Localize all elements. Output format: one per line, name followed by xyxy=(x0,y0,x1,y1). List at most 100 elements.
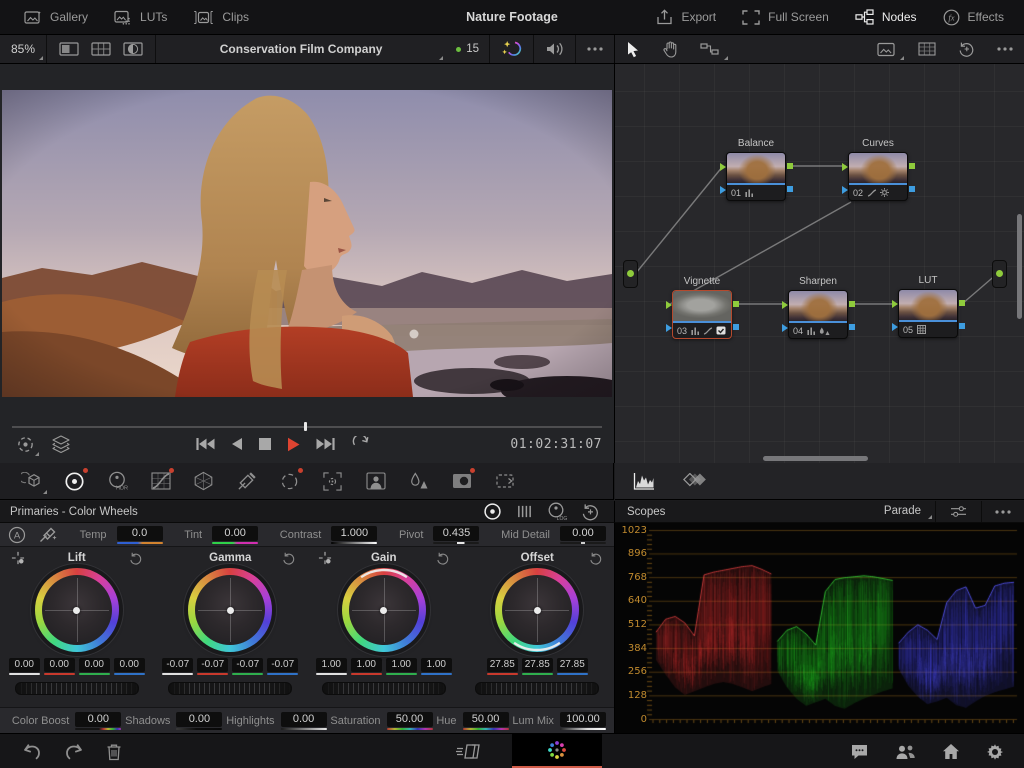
enhance-icon[interactable] xyxy=(490,35,533,63)
wheel-reset-icon[interactable] xyxy=(128,552,144,565)
top-bar-button-nodes[interactable]: Nodes xyxy=(845,0,927,34)
param-value[interactable]: 0.0 xyxy=(117,526,163,541)
trash-button[interactable] xyxy=(106,743,122,761)
wheel-reset-icon[interactable] xyxy=(435,552,451,565)
wheel-value-field[interactable]: -0.07 xyxy=(267,658,298,675)
node-input-green[interactable] xyxy=(892,300,898,308)
undo-button[interactable] xyxy=(22,743,42,760)
magicmask-tool[interactable] xyxy=(354,464,397,498)
wheel-center-dot[interactable] xyxy=(73,607,80,614)
layers-icon[interactable] xyxy=(51,435,71,453)
wheel-value-field[interactable]: -0.07 xyxy=(162,658,193,675)
grid-view-icon[interactable] xyxy=(91,42,111,56)
node-output-green[interactable] xyxy=(787,163,793,169)
node-thumbnail[interactable] xyxy=(849,153,907,183)
node-input-blue[interactable] xyxy=(892,323,898,331)
param-value[interactable]: 0.00 xyxy=(75,712,121,727)
grade-picker-icon[interactable] xyxy=(10,551,26,565)
stills-icon[interactable] xyxy=(866,35,907,63)
hdr-tool[interactable]: HDR xyxy=(96,464,139,498)
wheel-value-field[interactable]: 0.00 xyxy=(114,658,145,675)
wheel-value-field[interactable]: 1.00 xyxy=(421,658,452,675)
scope-more-icon[interactable] xyxy=(982,501,1024,522)
skip-forward-button[interactable] xyxy=(316,437,336,451)
chat-button[interactable] xyxy=(850,743,869,760)
output-node[interactable] xyxy=(992,260,1007,288)
param-value[interactable]: 0.00 xyxy=(176,712,222,727)
param-value[interactable]: 0.00 xyxy=(281,712,327,727)
viewer-zoom-dropdown[interactable]: 85% xyxy=(0,35,46,63)
audio-icon[interactable] xyxy=(534,35,575,63)
grade-picker-icon[interactable] xyxy=(317,551,333,565)
node-input-blue[interactable] xyxy=(782,324,788,332)
node-output-blue[interactable] xyxy=(733,324,739,330)
param-value[interactable]: 100.00 xyxy=(560,712,606,727)
node-input-green[interactable] xyxy=(782,301,788,309)
corrector-node-04[interactable]: Sharpen04 xyxy=(788,290,848,339)
more-icon[interactable] xyxy=(576,35,614,63)
param-value[interactable]: 50.00 xyxy=(387,712,433,727)
window-tool[interactable] xyxy=(268,464,311,498)
wheel-value-field[interactable]: -0.07 xyxy=(232,658,263,675)
colorwheels-tool[interactable] xyxy=(53,464,96,498)
gain-color-wheel[interactable] xyxy=(342,568,426,652)
gamma-color-wheel[interactable] xyxy=(188,568,272,652)
wheel-value-field[interactable]: 1.00 xyxy=(386,658,417,675)
lutgrid-icon[interactable] xyxy=(907,35,947,63)
connector-icon[interactable] xyxy=(689,35,731,63)
gear-button[interactable] xyxy=(986,743,1004,761)
gamma-master-wheel[interactable] xyxy=(168,682,292,695)
cut-page-button[interactable] xyxy=(455,734,481,768)
node-input-blue[interactable] xyxy=(842,186,848,194)
hand-icon[interactable] xyxy=(651,35,689,63)
node-thumbnail[interactable] xyxy=(727,153,785,183)
corrector-node-03[interactable]: Vignette03 xyxy=(672,290,732,339)
param-value[interactable]: 1.000 xyxy=(331,526,377,541)
param-value[interactable]: 0.435 xyxy=(433,526,479,541)
wheel-value-field[interactable]: 27.85 xyxy=(487,658,518,675)
play-button[interactable] xyxy=(287,437,300,452)
sizing-tool[interactable] xyxy=(483,464,526,498)
wheel-value-field[interactable]: 1.00 xyxy=(316,658,347,675)
wheel-reset-icon[interactable] xyxy=(588,552,604,565)
node-output-blue[interactable] xyxy=(909,186,915,192)
collab-button[interactable] xyxy=(895,744,916,760)
node-output-blue[interactable] xyxy=(787,186,793,192)
qualifier-tool[interactable] xyxy=(225,464,268,498)
wheel-value-field[interactable]: 0.00 xyxy=(44,658,75,675)
cuberaw-tool[interactable] xyxy=(10,464,53,498)
stills-diamond-icon[interactable] xyxy=(683,473,706,490)
param-value[interactable]: 0.00 xyxy=(212,526,258,541)
offset-master-wheel[interactable] xyxy=(475,682,599,695)
node-output-green[interactable] xyxy=(733,301,739,307)
home-button[interactable] xyxy=(942,743,960,760)
wheel-reset-icon[interactable] xyxy=(281,552,297,565)
color-page-tab[interactable] xyxy=(512,734,602,768)
gain-master-wheel[interactable] xyxy=(322,682,446,695)
top-bar-button-luts[interactable]: LUTs xyxy=(104,0,177,34)
node-input-blue[interactable] xyxy=(666,324,672,332)
node-thumbnail[interactable] xyxy=(899,290,957,320)
top-bar-button-gallery[interactable]: Gallery xyxy=(14,0,98,34)
node-input-blue[interactable] xyxy=(720,186,726,194)
param-value[interactable]: 50.00 xyxy=(463,712,509,727)
node-input-green[interactable] xyxy=(666,301,672,309)
wheelsmode-icon[interactable] xyxy=(483,502,502,521)
wheel-center-dot[interactable] xyxy=(227,607,234,614)
wheel-value-field[interactable]: 0.00 xyxy=(9,658,40,675)
node-output-green[interactable] xyxy=(959,300,965,306)
redo-button[interactable] xyxy=(64,743,84,760)
keyer-tool[interactable] xyxy=(440,464,483,498)
node-thumbnail[interactable] xyxy=(673,291,731,321)
white-balance-picker-icon[interactable] xyxy=(38,526,58,544)
scrubber-track[interactable] xyxy=(12,426,602,428)
blurtool-tool[interactable] xyxy=(397,464,440,498)
curvestool-tool[interactable] xyxy=(139,464,182,498)
lift-color-wheel[interactable] xyxy=(35,568,119,652)
waveform-icon[interactable] xyxy=(633,472,655,490)
skip-back-button[interactable] xyxy=(195,437,215,451)
scope-mode-dropdown[interactable]: Parade xyxy=(878,501,935,522)
auto-balance-icon[interactable]: A xyxy=(8,526,26,544)
node-output-green[interactable] xyxy=(849,301,855,307)
clip-title-dropdown[interactable]: Conservation Film Company xyxy=(156,35,446,63)
